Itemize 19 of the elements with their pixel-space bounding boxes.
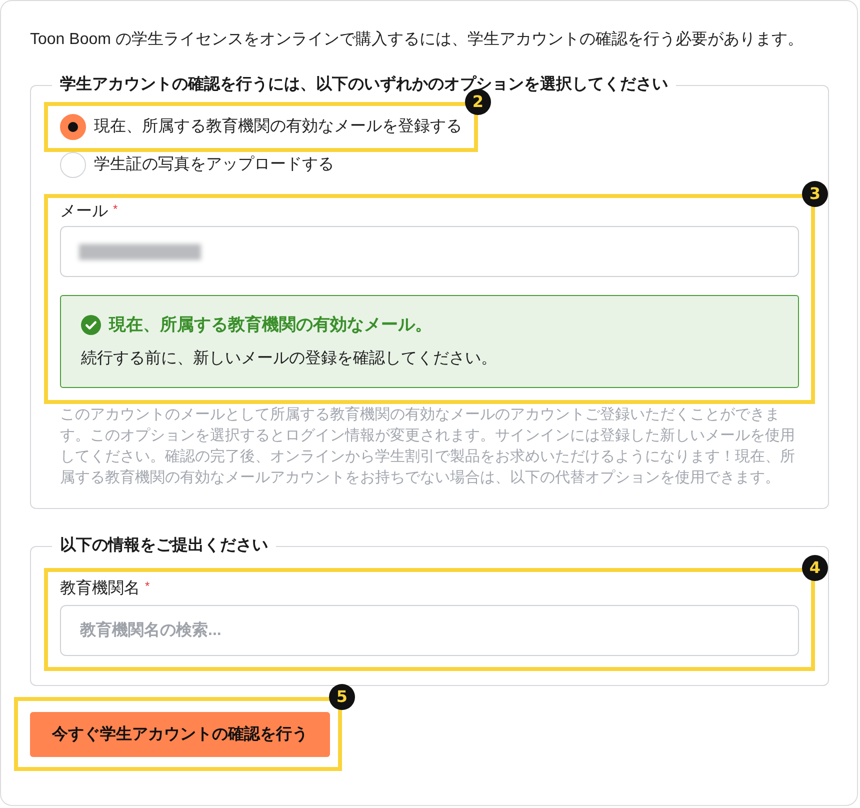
field-label: メール [60, 202, 108, 222]
help-text: このアカウントのメールとして所属する教育機関の有効なメールのアカウントご登録いただくことができます。このオプションを選択するとログイン情報が変更されます。サインインには登録した新しいメールを使用してください。確認の完了後、オンラインから学生割引で製品をお求めいただけるようになります！現在、所属する教育機関の有効なメールアカウントをお持ちでない場合は、以下の代替オプションを使用できます。 [60, 405, 796, 488]
radio-button[interactable] [60, 114, 86, 140]
check-circle-icon [81, 315, 101, 335]
intro-text: Toon Boom の学生ライセンスをオンラインで購入するには、学生アカウントの確認を行う必要があります。 [30, 30, 804, 50]
notice-message: 続行する前に、新しいメールの登録を確認してください。 [81, 348, 498, 369]
required-mark: * [145, 579, 150, 593]
field-label: 教育機関名 [60, 579, 140, 599]
verify-button[interactable]: 今すぐ学生アカウントの確認を行う [30, 712, 330, 757]
step-number-badge: 5 [329, 684, 355, 710]
email-input[interactable] [60, 226, 799, 277]
required-mark: * [113, 202, 118, 216]
section-title: 以下の情報をご提出ください [59, 536, 269, 556]
radio-button[interactable] [60, 152, 86, 178]
step-number-badge: 3 [802, 181, 828, 207]
step-number-badge: 4 [802, 555, 828, 581]
notice-title: 現在、所属する教育機関の有効なメール。 [109, 314, 432, 336]
radio-label[interactable]: 学生証の写真をアップロードする [94, 155, 334, 175]
institution-search-input[interactable]: 教育機関名の検索... [60, 605, 799, 656]
